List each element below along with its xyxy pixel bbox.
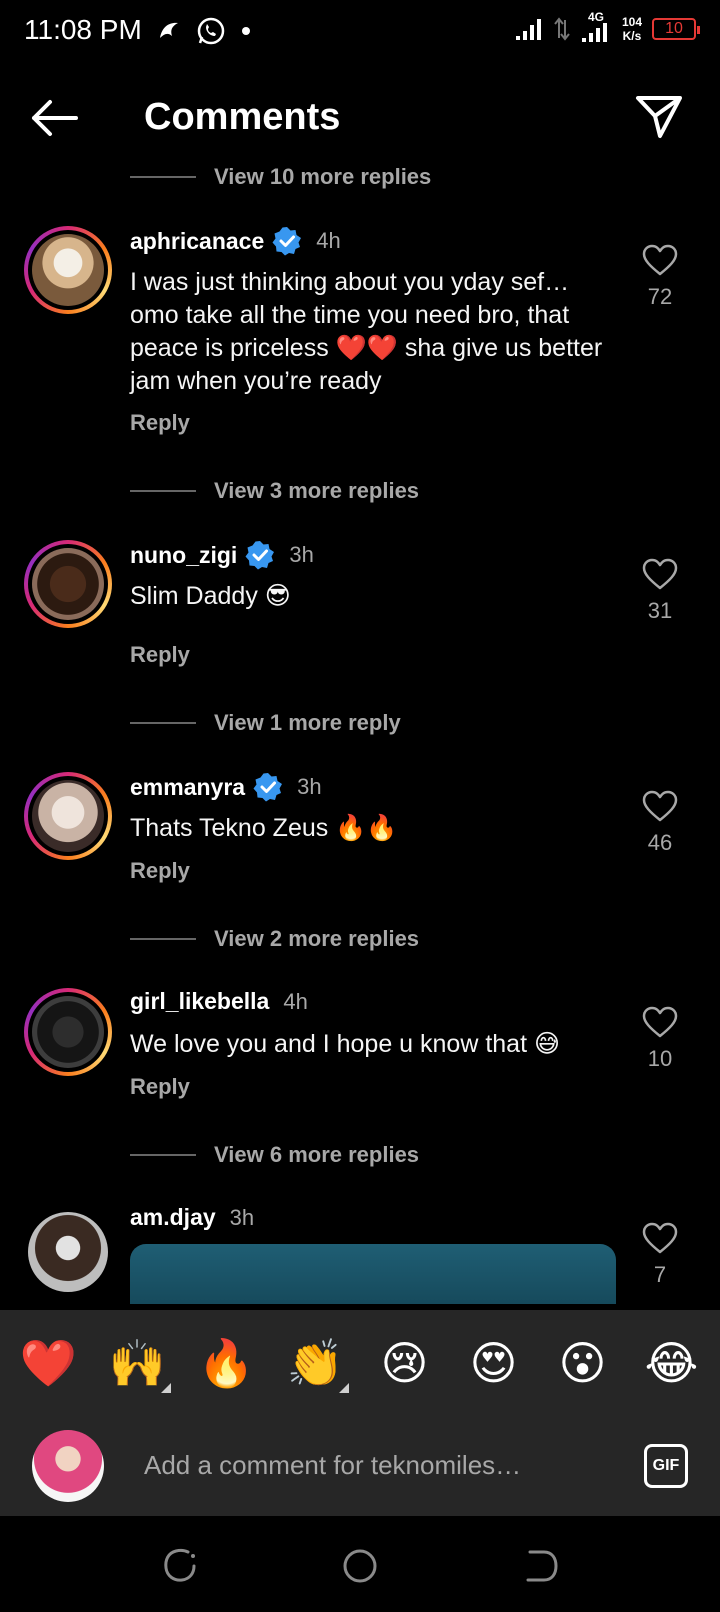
emoji-heart-eyes-button[interactable]: 😍 xyxy=(459,1333,529,1393)
data-transfer-icon xyxy=(554,17,570,41)
like-count: 46 xyxy=(647,830,673,855)
avatar[interactable] xyxy=(24,988,112,1076)
emoji-clap-glyph: 👏 xyxy=(286,1336,345,1390)
divider-line xyxy=(130,938,196,940)
signal-4g-icon: 4G xyxy=(580,10,612,44)
verified-badge-icon xyxy=(272,227,302,256)
reply-button[interactable]: Reply xyxy=(130,1074,190,1100)
current-user-avatar xyxy=(32,1430,104,1502)
comment-media-preview[interactable] xyxy=(130,1244,616,1304)
speed-value: 104 xyxy=(621,15,642,29)
comment-text: I was just thinking about you yday sef… … xyxy=(130,268,603,395)
emoji-laughing-button[interactable]: 😂 xyxy=(637,1333,707,1393)
view-more-label: View 1 more reply xyxy=(214,710,401,735)
comment-username[interactable]: girl_likebella xyxy=(130,988,269,1015)
like-count: 31 xyxy=(647,598,673,623)
heart-icon[interactable] xyxy=(642,1006,678,1038)
like-count: 72 xyxy=(647,284,673,309)
avatar[interactable] xyxy=(24,226,112,314)
emoji-raised-hands-glyph: 🙌 xyxy=(108,1336,167,1390)
comment-time: 3h xyxy=(229,1204,255,1230)
comment-text: Slim Daddy 😎 xyxy=(130,582,291,610)
divider-line xyxy=(130,722,196,724)
home-icon[interactable] xyxy=(340,1546,380,1586)
like-count: 7 xyxy=(653,1262,667,1287)
like-count: 10 xyxy=(647,1046,673,1071)
reply-button[interactable]: Reply xyxy=(130,858,190,884)
comment-time: 4h xyxy=(316,228,341,253)
view-more-replies-button[interactable]: View 2 more replies xyxy=(130,924,419,954)
reply-button[interactable]: Reply xyxy=(130,410,190,436)
comment-username[interactable]: aphricanace xyxy=(130,228,264,255)
app-notification-icon xyxy=(160,22,178,38)
avatar[interactable] xyxy=(24,1208,112,1296)
whatsapp-icon xyxy=(197,17,225,45)
emoji-clap-button[interactable]: 👏 xyxy=(281,1333,351,1393)
view-more-replies-button[interactable]: View 3 more replies xyxy=(130,476,419,506)
comment-time: 4h xyxy=(283,988,308,1014)
speed-unit: K/s xyxy=(622,29,642,43)
emoji-reaction-bar: ❤️ 🙌 🔥 👏 😢 😍 😮 😂 xyxy=(0,1310,720,1416)
comment-username[interactable]: nuno_zigi xyxy=(130,542,237,569)
verified-badge-icon xyxy=(245,541,275,570)
comment-list[interactable]: View 10 more replies aphricanace 4h I wa… xyxy=(0,160,720,1310)
comment-time: 3h xyxy=(297,774,322,799)
comment-text: Thats Tekno Zeus 🔥🔥 xyxy=(130,814,398,842)
skin-tone-indicator xyxy=(338,1383,349,1393)
comment-time: 3h xyxy=(289,542,314,567)
back-arrow-icon[interactable] xyxy=(28,98,80,138)
signal-icon xyxy=(515,19,541,40)
dot-icon xyxy=(242,27,250,35)
divider-line xyxy=(130,176,196,178)
emoji-surprised-button[interactable]: 😮 xyxy=(548,1333,618,1393)
emoji-crying-button[interactable]: 😢 xyxy=(370,1333,440,1393)
view-more-label: View 6 more replies xyxy=(214,1142,420,1167)
view-more-label: View 2 more replies xyxy=(214,926,420,951)
comment-text: We love you and I hope u know that 😅 xyxy=(130,1030,561,1058)
comment-composer: Add a comment for teknomiles… GIF xyxy=(0,1416,720,1516)
heart-icon[interactable] xyxy=(642,558,678,590)
gif-button[interactable]: GIF xyxy=(644,1444,688,1488)
emoji-raised-hands-button[interactable]: 🙌 xyxy=(103,1333,173,1393)
comment-input[interactable]: Add a comment for teknomiles… xyxy=(144,1450,521,1481)
recent-apps-icon[interactable] xyxy=(160,1546,200,1586)
status-system-icons: 4G 104 K/s 10 xyxy=(514,10,700,44)
emoji-fire-button[interactable]: 🔥 xyxy=(192,1333,262,1393)
reply-button[interactable]: Reply xyxy=(130,642,190,668)
battery-icon: 10 xyxy=(652,18,700,40)
divider-line xyxy=(130,490,196,492)
view-more-replies-button[interactable]: View 10 more replies xyxy=(130,162,431,192)
heart-icon[interactable] xyxy=(642,244,678,276)
view-more-label: View 3 more replies xyxy=(214,478,420,503)
network-speed: 104 K/s xyxy=(622,15,642,43)
comment-username[interactable]: am.djay xyxy=(130,1204,216,1231)
page-title: Comments xyxy=(144,96,341,138)
system-navigation-bar xyxy=(0,1516,720,1612)
emoji-heart-button[interactable]: ❤️ xyxy=(14,1333,84,1393)
status-time: 11:08 PM xyxy=(24,14,142,45)
status-bar: 11:08 PM 4G 104 K/s 10 xyxy=(0,0,720,66)
heart-icon[interactable] xyxy=(642,790,678,822)
comments-header: Comments xyxy=(0,78,720,158)
view-more-replies-button[interactable]: View 1 more reply xyxy=(130,708,401,738)
comment-username[interactable]: emmanyra xyxy=(130,774,245,801)
avatar[interactable] xyxy=(24,772,112,860)
back-nav-icon[interactable] xyxy=(520,1546,560,1586)
view-more-label: View 10 more replies xyxy=(214,164,432,189)
verified-badge-icon xyxy=(253,773,283,802)
skin-tone-indicator xyxy=(160,1383,171,1393)
avatar[interactable] xyxy=(24,540,112,628)
divider-line xyxy=(130,1154,196,1156)
status-notification-icons xyxy=(156,16,252,46)
heart-icon[interactable] xyxy=(642,1222,678,1254)
view-more-replies-button[interactable]: View 6 more replies xyxy=(130,1140,419,1170)
share-send-icon[interactable] xyxy=(634,94,684,140)
